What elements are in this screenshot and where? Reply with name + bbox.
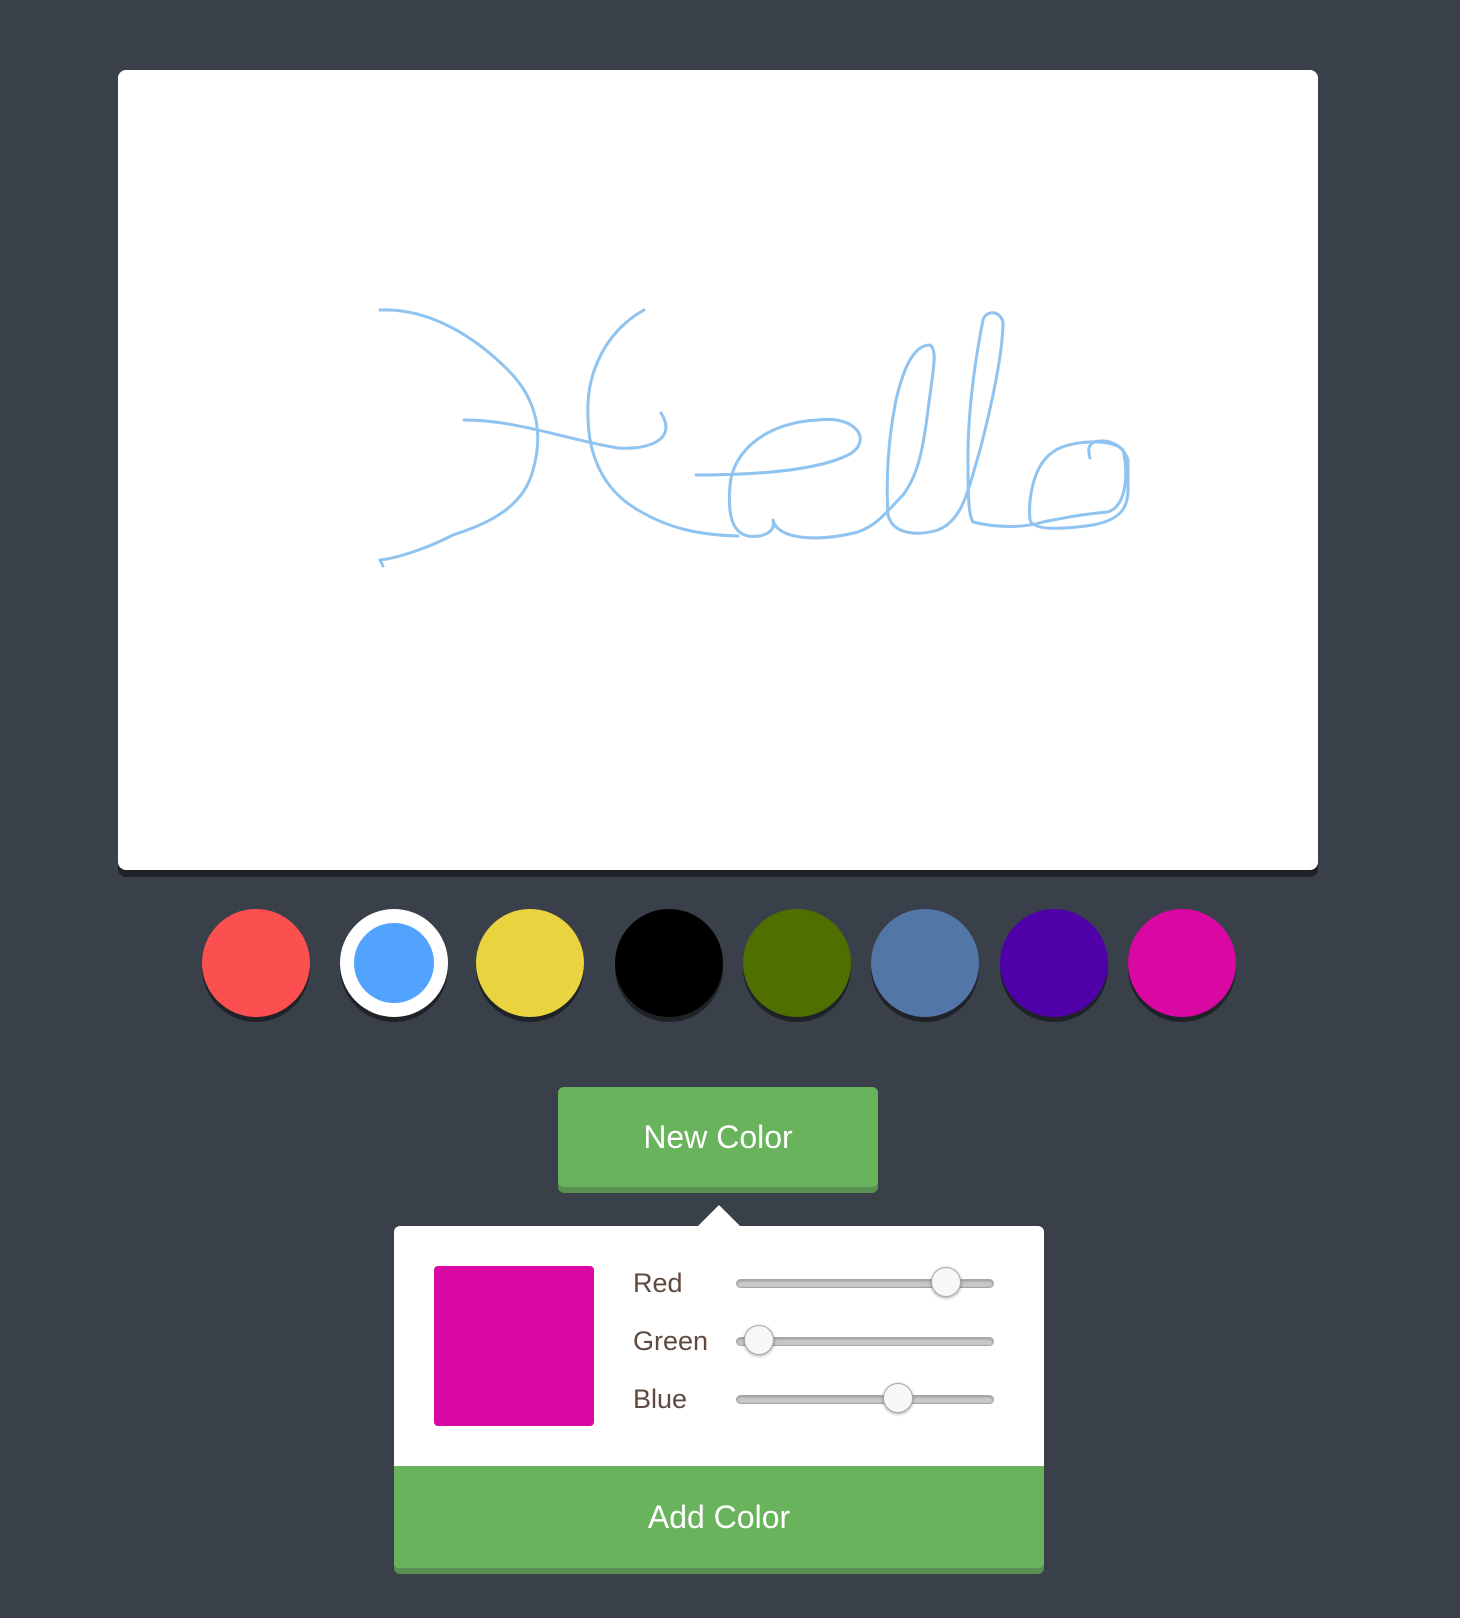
popover-arrow xyxy=(698,1205,740,1226)
freehand-stroke xyxy=(694,311,1130,540)
color-swatch[interactable] xyxy=(743,909,851,1017)
green-slider-label: Green xyxy=(633,1326,709,1356)
green-slider-thumb[interactable] xyxy=(744,1325,775,1355)
green-slider[interactable] xyxy=(736,1325,994,1355)
blue-slider-label: Blue xyxy=(633,1384,688,1414)
blue-slider-thumb[interactable] xyxy=(882,1383,913,1413)
new-color-button[interactable]: New Color xyxy=(558,1087,878,1187)
red-slider[interactable] xyxy=(736,1267,994,1297)
color-picker-popover: Red Green Blue Add Color xyxy=(394,1226,1044,1568)
red-slider-thumb[interactable] xyxy=(931,1267,962,1297)
color-swatch-selected[interactable] xyxy=(340,909,448,1017)
red-slider-label: Red xyxy=(633,1268,683,1298)
color-swatch[interactable] xyxy=(1000,909,1108,1017)
add-color-button[interactable]: Add Color xyxy=(394,1466,1044,1568)
color-swatch[interactable] xyxy=(871,909,979,1017)
freehand-stroke xyxy=(586,308,740,538)
color-swatch[interactable] xyxy=(615,909,723,1017)
color-swatch[interactable] xyxy=(476,909,584,1017)
freehand-stroke xyxy=(378,308,540,568)
color-preview xyxy=(434,1266,594,1426)
freehand-stroke xyxy=(462,411,668,450)
drawing-app: New Color Red Green Blue Add Color xyxy=(0,0,1460,1618)
drawing-canvas[interactable] xyxy=(118,70,1318,870)
color-palette xyxy=(0,909,1460,1021)
blue-slider[interactable] xyxy=(736,1383,994,1413)
drawing-surface[interactable] xyxy=(118,70,1318,870)
color-swatch[interactable] xyxy=(1128,909,1236,1017)
color-swatch[interactable] xyxy=(202,909,310,1017)
